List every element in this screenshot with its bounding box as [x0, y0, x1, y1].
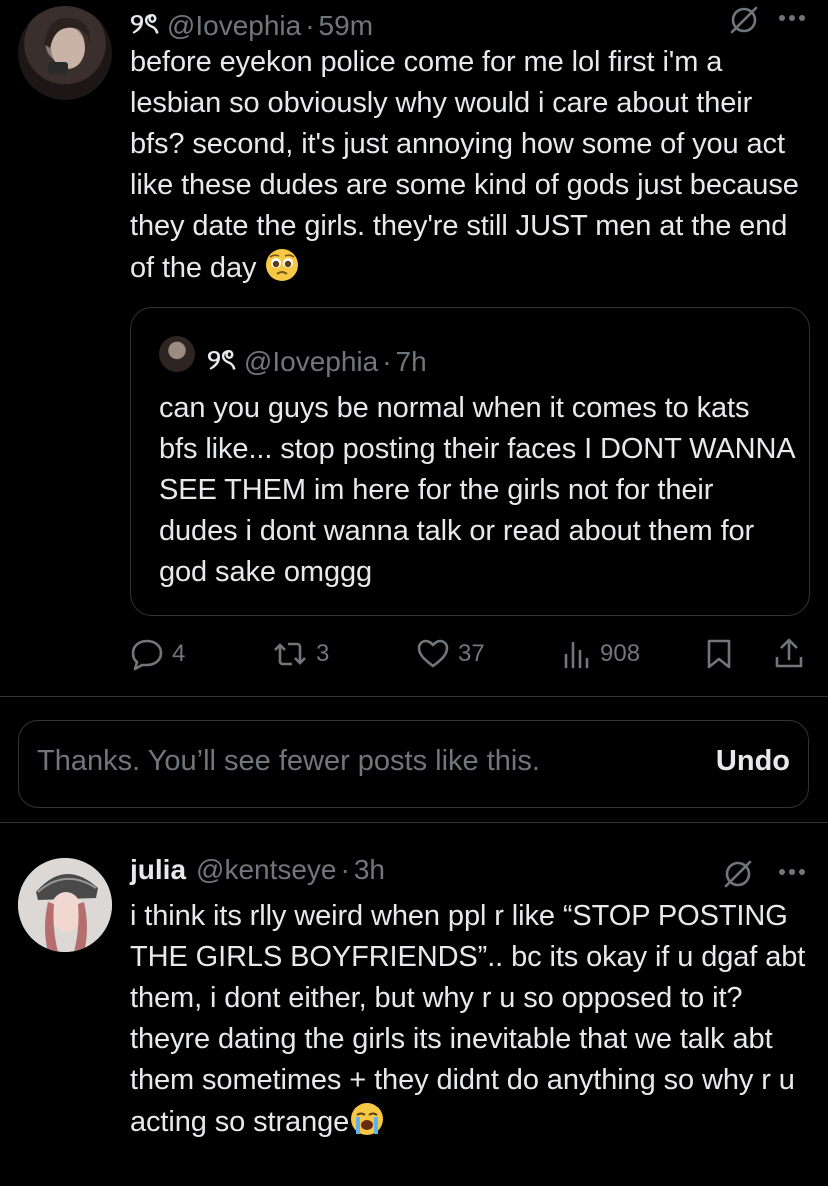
bookmark-icon	[707, 639, 731, 669]
quoted-post[interactable]: ୨ৎ @Iovephia · 7h can you guys be normal…	[130, 307, 810, 616]
share-icon	[775, 638, 803, 668]
quoted-text: can you guys be normal when it comes to …	[159, 392, 794, 588]
view-count: 908	[600, 640, 641, 667]
quoted-username: @Iovephia	[243, 345, 379, 377]
like-count: 37	[458, 640, 485, 667]
grok-icon[interactable]	[716, 854, 760, 894]
separator-dot: ·	[305, 9, 315, 41]
avatar-image	[18, 858, 112, 952]
post-header: julia @kentseye · 3h	[130, 854, 385, 886]
reply-count: 4	[172, 640, 186, 667]
loudly-crying-face-icon	[349, 1101, 385, 1149]
reply-button[interactable]: 4	[130, 632, 185, 676]
divider	[0, 696, 828, 697]
quoted-timestamp: 7h	[395, 345, 427, 377]
reply-icon	[131, 639, 163, 671]
quoted-avatar	[159, 336, 195, 372]
quoted-header: ୨ৎ @Iovephia · 7h	[207, 338, 427, 385]
post-text: before eyekon police come for me lol fir…	[130, 42, 810, 295]
analytics-icon	[564, 641, 589, 669]
views-button[interactable]: 908	[562, 632, 640, 676]
feedback-notice: Thanks. You’ll see fewer posts like this…	[18, 720, 809, 808]
timestamp[interactable]: 59m	[319, 10, 373, 42]
avatar-image	[44, 17, 91, 74]
post-actions: 4 3 37 908	[0, 632, 828, 676]
separator-dot: ·	[340, 854, 350, 885]
post-body: i think its rlly weird when ppl r like “…	[130, 900, 806, 1138]
repost-icon	[274, 642, 306, 666]
username[interactable]: @kentseye	[196, 854, 337, 886]
more-options-icon[interactable]	[772, 856, 812, 888]
heart-icon	[417, 639, 449, 668]
post-card[interactable]: ୨ৎ @Iovephia · 59m before eyekon police …	[0, 0, 828, 696]
repost-count: 3	[316, 640, 330, 667]
share-button[interactable]	[772, 632, 806, 676]
like-button[interactable]: 37	[416, 632, 485, 676]
notice-message: Thanks. You’ll see fewer posts like this…	[37, 745, 540, 777]
username[interactable]: @Iovephia	[167, 10, 301, 42]
pleading-face-icon	[264, 247, 300, 295]
bookmark-button[interactable]	[704, 632, 734, 676]
more-options-icon[interactable]	[772, 2, 812, 34]
post-text: i think its rlly weird when ppl r like “…	[130, 896, 810, 1149]
quoted-display-name: ୨ৎ	[207, 344, 236, 375]
post-card[interactable]: julia @kentseye · 3h i think its rlly we…	[0, 840, 828, 1186]
display-name[interactable]: julia	[130, 854, 186, 886]
post-body: before eyekon police come for me lol fir…	[130, 46, 799, 284]
avatar[interactable]	[18, 6, 112, 100]
divider	[0, 822, 828, 823]
repost-button[interactable]: 3	[272, 632, 329, 676]
quoted-separator-dot: ·	[382, 345, 392, 377]
undo-button[interactable]: Undo	[716, 745, 790, 778]
avatar[interactable]	[18, 858, 112, 952]
grok-icon[interactable]	[722, 0, 766, 40]
timestamp[interactable]: 3h	[354, 854, 385, 886]
